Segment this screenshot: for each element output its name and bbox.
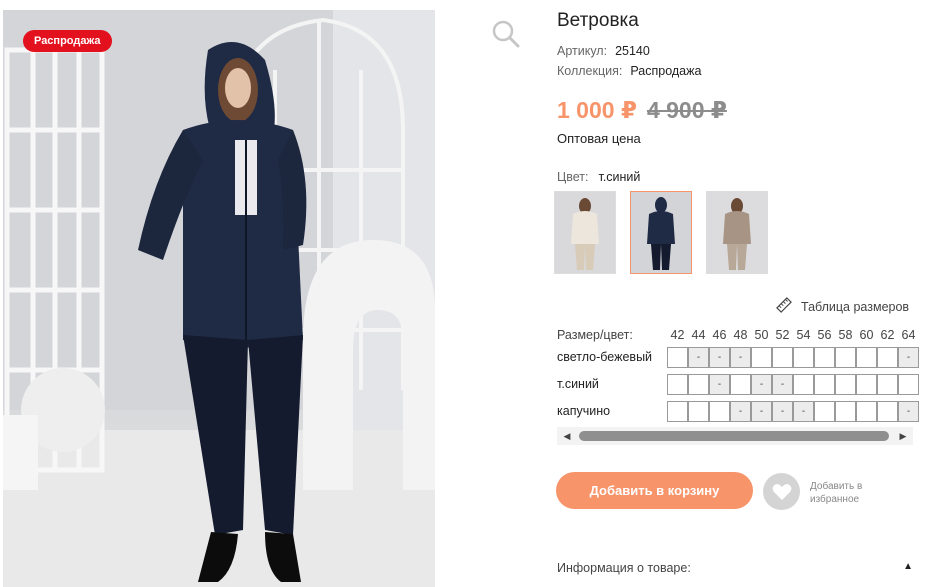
favorites-line-1: Добавить в: [810, 481, 863, 492]
size-cell[interactable]: -: [688, 347, 709, 368]
old-price: 4 900 ₽: [646, 97, 727, 123]
size-cell[interactable]: [667, 374, 688, 395]
color-value: т.синий: [598, 170, 641, 184]
size-cell[interactable]: [709, 401, 730, 422]
size-cell[interactable]: [751, 347, 772, 368]
collection-row: Коллекция: Распродажа: [557, 64, 701, 78]
collection-label: Коллекция:: [557, 64, 623, 78]
size-cell[interactable]: [814, 401, 835, 422]
color-row: Цвет: т.синий: [557, 170, 640, 184]
size-header-56: 56: [817, 328, 832, 342]
sale-badge: Распродажа: [23, 30, 112, 52]
size-cell[interactable]: -: [751, 401, 772, 422]
size-cell[interactable]: [667, 401, 688, 422]
size-row-label: капучино: [557, 404, 611, 418]
size-header-52: 52: [775, 328, 790, 342]
size-cell[interactable]: [877, 374, 898, 395]
size-cell[interactable]: [793, 374, 814, 395]
scrollbar-thumb[interactable]: [579, 431, 889, 441]
size-cell[interactable]: [688, 374, 709, 395]
size-cell[interactable]: -: [898, 347, 919, 368]
color-label: Цвет:: [557, 170, 589, 184]
product-info-toggle[interactable]: Информация о товаре: ▲: [557, 561, 913, 575]
size-cell[interactable]: [814, 347, 835, 368]
size-header-58: 58: [838, 328, 853, 342]
size-cell[interactable]: -: [709, 374, 730, 395]
triangle-up-icon: ▲: [903, 561, 913, 572]
size-header-44: 44: [691, 328, 706, 342]
size-cell[interactable]: [856, 374, 877, 395]
size-cell[interactable]: [877, 401, 898, 422]
size-cell[interactable]: -: [751, 374, 772, 395]
size-table-link[interactable]: Таблица размеров: [776, 297, 909, 316]
thumbnail-light-beige[interactable]: [554, 191, 616, 274]
article-value: 25140: [615, 44, 650, 58]
favorites-line-2: избранное: [810, 494, 860, 505]
size-row-label: т.синий: [557, 377, 599, 391]
size-table-label: Таблица размеров: [801, 299, 910, 314]
collection-value: Распродажа: [630, 64, 702, 78]
size-cell[interactable]: -: [730, 347, 751, 368]
size-cell[interactable]: -: [709, 347, 730, 368]
size-cell[interactable]: [877, 347, 898, 368]
size-header-48: 48: [733, 328, 748, 342]
size-cell[interactable]: [772, 347, 793, 368]
product-photo-image: [3, 10, 435, 587]
size-cell[interactable]: [730, 374, 751, 395]
size-cell[interactable]: -: [772, 374, 793, 395]
color-thumbnails: [554, 191, 768, 274]
heart-icon: [772, 484, 792, 500]
thumbnail-cappuccino[interactable]: [706, 191, 768, 274]
product-photo[interactable]: Распродажа: [3, 10, 435, 587]
size-header-60: 60: [859, 328, 874, 342]
size-cell[interactable]: [793, 347, 814, 368]
size-cell[interactable]: [835, 374, 856, 395]
size-cell[interactable]: [688, 401, 709, 422]
add-to-favorites-link[interactable]: Добавить в избранное: [810, 480, 880, 506]
search-icon[interactable]: [490, 18, 522, 50]
add-to-cart-button[interactable]: Добавить в корзину: [556, 472, 753, 509]
size-header-54: 54: [796, 328, 811, 342]
size-cell[interactable]: [835, 401, 856, 422]
size-header-64: 64: [901, 328, 916, 342]
size-header-62: 62: [880, 328, 895, 342]
size-cell[interactable]: [898, 374, 919, 395]
product-title: Ветровка: [557, 10, 639, 31]
chevron-left-icon[interactable]: ◀: [561, 430, 573, 442]
size-cell[interactable]: -: [772, 401, 793, 422]
chevron-right-icon[interactable]: ▶: [897, 430, 909, 442]
size-row-label: светло-бежевый: [557, 350, 653, 364]
size-header-42: 42: [670, 328, 685, 342]
size-cell[interactable]: [835, 347, 856, 368]
size-cell[interactable]: [856, 347, 877, 368]
size-cell[interactable]: [667, 347, 688, 368]
thumbnail-dark-blue[interactable]: [630, 191, 692, 274]
size-header-50: 50: [754, 328, 769, 342]
current-price: 1 000 ₽: [557, 97, 637, 123]
product-info-label: Информация о товаре:: [557, 561, 691, 575]
size-grid-header-label: Размер/цвет:: [557, 328, 633, 342]
article-label: Артикул:: [557, 44, 608, 58]
size-grid-scrollbar[interactable]: ◀ ▶: [557, 427, 913, 445]
size-cell[interactable]: [856, 401, 877, 422]
wholesale-price-label: Оптовая цена: [557, 131, 641, 146]
size-cell[interactable]: -: [793, 401, 814, 422]
size-cell[interactable]: -: [898, 401, 919, 422]
size-header-46: 46: [712, 328, 727, 342]
size-cell[interactable]: [814, 374, 835, 395]
size-cell[interactable]: -: [730, 401, 751, 422]
ruler-icon: [776, 297, 792, 316]
favorite-button[interactable]: [763, 473, 800, 510]
article-row: Артикул: 25140: [557, 44, 650, 58]
price-row: 1 000 ₽ 4 900 ₽: [557, 97, 727, 124]
